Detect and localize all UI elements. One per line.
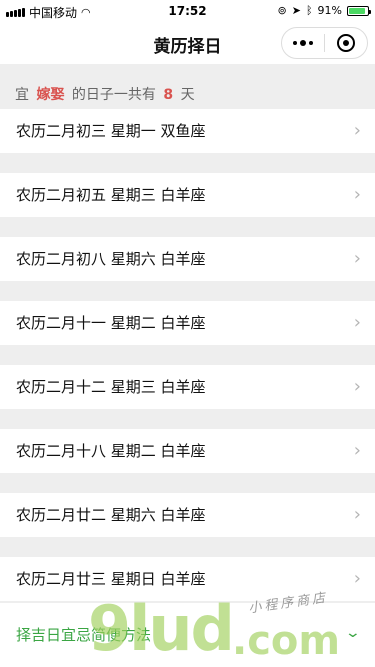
close-button[interactable] [325,28,367,58]
summary-line: 宜 嫁娶 的日子一共有 8 天 [0,82,375,108]
footer-link[interactable]: 择吉日宜忌简便方法 [16,624,151,645]
battery-percent: 91% [317,4,342,17]
day-item[interactable]: 农历二月初五 星期三 白羊座 › [0,173,375,217]
more-button[interactable] [282,28,324,58]
chevron-right-icon: › [353,248,361,269]
chevron-right-icon: › [353,504,361,525]
status-right: ⊚ ➤ ᛒ 91% [277,4,371,17]
more-dots-icon [293,40,313,46]
summary-suffix: 天 [180,87,195,103]
day-item-label: 农历二月廿二 星期六 白羊座 [16,506,206,524]
target-circle-icon [337,34,355,52]
day-item-label: 农历二月初八 星期六 白羊座 [16,250,206,268]
nav-bar: 黄历择日 [0,22,375,64]
summary-count: 8 [163,87,174,103]
day-item[interactable]: 农历二月初三 星期一 双鱼座 › [0,109,375,153]
footer-tips[interactable]: 择吉日宜忌简便方法 ⌄ [0,603,375,667]
location-icon: ➤ [291,4,301,17]
day-item-label: 农历二月十一 星期二 白羊座 [16,314,206,332]
rotation-lock-icon: ⊚ [277,4,287,17]
status-bar: 中国移动 ◠ 17:52 ⊚ ➤ ᛒ 91% [0,0,375,22]
chevron-right-icon: › [353,120,361,141]
summary-event: 嫁娶 [36,87,65,103]
summary-prefix: 宜 [15,87,29,103]
day-item[interactable]: 农历二月廿二 星期六 白羊座 › [0,493,375,537]
chevron-right-icon: › [353,312,361,333]
day-item-label: 农历二月十二 星期三 白羊座 [16,378,206,396]
chevron-right-icon: › [353,440,361,461]
battery-fill [349,7,366,14]
chevron-right-icon: › [353,568,361,589]
summary-middle: 的日子一共有 [71,87,156,103]
day-item-label: 农历二月十八 星期二 白羊座 [16,442,206,460]
day-item[interactable]: 农历二月十一 星期二 白羊座 › [0,301,375,345]
chevron-right-icon: › [353,184,361,205]
day-item[interactable]: 农历二月十八 星期二 白羊座 › [0,429,375,473]
day-item[interactable]: 农历二月初八 星期六 白羊座 › [0,237,375,281]
day-item[interactable]: 农历二月十二 星期三 白羊座 › [0,365,375,409]
day-item-label: 农历二月廿三 星期日 白羊座 [16,570,206,588]
day-item-label: 农历二月初五 星期三 白羊座 [16,186,206,204]
day-item[interactable]: 农历二月廿三 星期日 白羊座 › [0,557,375,601]
bluetooth-icon: ᛒ [305,4,313,17]
mini-program-capsule [281,27,368,59]
battery-icon [347,5,371,16]
day-item-label: 农历二月初三 星期一 双鱼座 [16,122,206,140]
chevron-right-icon: › [353,376,361,397]
chevron-down-icon[interactable]: ⌄ [345,625,361,641]
